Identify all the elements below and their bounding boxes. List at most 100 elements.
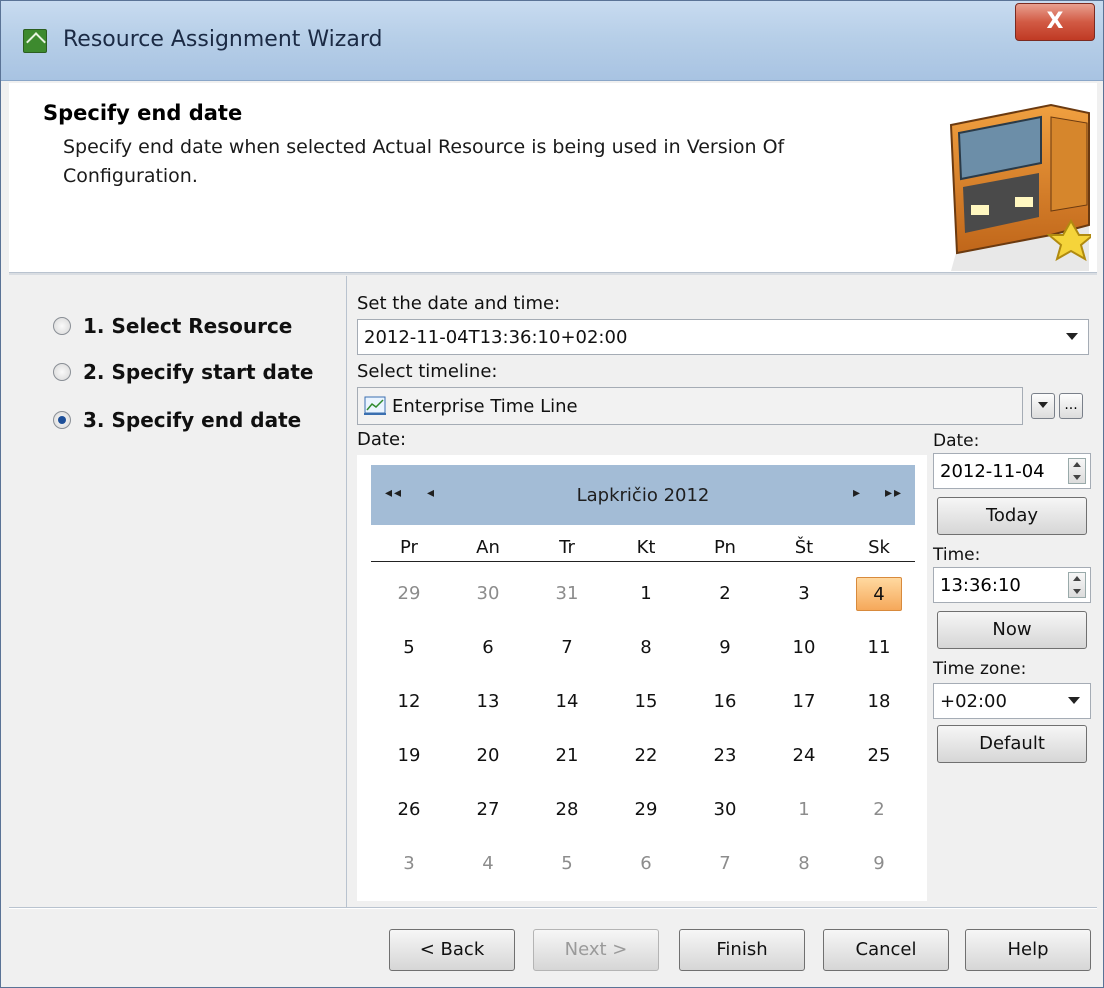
time-spinner-value: 13:36:10	[940, 574, 1021, 596]
calendar-day[interactable]: 30	[702, 793, 748, 827]
calendar-day[interactable]: 12	[386, 685, 432, 719]
calendar-day[interactable]: 1	[623, 577, 669, 611]
timeline-dropdown-button[interactable]	[1031, 393, 1055, 419]
calendar-day[interactable]: 4	[856, 577, 902, 611]
weekday-header: Št	[794, 537, 814, 558]
calendar-day[interactable]: 7	[702, 847, 748, 881]
calendar-day[interactable]: 19	[386, 739, 432, 773]
calendar-day[interactable]: 28	[544, 793, 590, 827]
back-button[interactable]: < Back	[389, 929, 515, 971]
step-3-radio[interactable]	[53, 411, 71, 429]
calendar-header: ◂◂ ◂ Lapkričio 2012 ▸ ▸▸	[371, 465, 915, 525]
finish-button[interactable]: Finish	[679, 929, 805, 971]
page-title: Specify end date	[43, 101, 243, 125]
footer-separator-highlight	[9, 908, 1097, 909]
calendar-day[interactable]: 30	[465, 577, 511, 611]
calendar-day[interactable]: 7	[544, 631, 590, 665]
next-button[interactable]: Next >	[533, 929, 659, 971]
train-illustration	[949, 103, 1091, 271]
timeline-chart-icon	[364, 396, 386, 415]
calendar-day[interactable]: 24	[781, 739, 827, 773]
timeline-more-button[interactable]: ...	[1059, 393, 1083, 419]
calendar-day[interactable]: 1	[781, 793, 827, 827]
calendar-day[interactable]: 15	[623, 685, 669, 719]
step-2-label: 2. Specify start date	[83, 360, 314, 384]
weekday-divider	[371, 561, 915, 562]
calendar-day[interactable]: 3	[781, 577, 827, 611]
calendar-day[interactable]: 27	[465, 793, 511, 827]
calendar-day[interactable]: 2	[702, 577, 748, 611]
wizard-window: Resource Assignment Wizard X Specify end…	[0, 0, 1104, 988]
header-separator	[9, 273, 1097, 275]
timeline-label: Select timeline:	[357, 361, 498, 382]
page-description: Specify end date when selected Actual Re…	[63, 136, 785, 187]
datetime-combo[interactable]: 2012-11-04T13:36:10+02:00	[357, 319, 1089, 355]
weekday-header: Kt	[636, 537, 656, 558]
calendar-day[interactable]: 4	[465, 847, 511, 881]
calendar-day[interactable]: 3	[386, 847, 432, 881]
calendar-day[interactable]: 22	[623, 739, 669, 773]
title-bar: Resource Assignment Wizard X	[1, 1, 1103, 81]
time-zone-label: Time zone:	[933, 659, 1027, 679]
weekday-header: Sk	[868, 537, 890, 558]
step-select-resource[interactable]: 1. Select Resource	[53, 311, 292, 341]
cancel-button[interactable]: Cancel	[823, 929, 949, 971]
app-icon	[23, 29, 47, 53]
calendar-day[interactable]: 23	[702, 739, 748, 773]
calendar-day[interactable]: 11	[856, 631, 902, 665]
calendar-day[interactable]: 9	[856, 847, 902, 881]
today-button[interactable]: Today	[937, 497, 1087, 535]
calendar-day[interactable]: 20	[465, 739, 511, 773]
chevron-down-icon[interactable]	[1066, 333, 1078, 340]
calendar-date-label: Date:	[357, 429, 407, 450]
calendar-day[interactable]: 5	[386, 631, 432, 665]
window-title: Resource Assignment Wizard	[63, 27, 383, 52]
calendar-day[interactable]: 21	[544, 739, 590, 773]
next-month-button[interactable]: ▸	[853, 485, 862, 501]
weekday-header: Pn	[714, 537, 736, 558]
calendar-day[interactable]: 14	[544, 685, 590, 719]
spinner-arrows-icon[interactable]	[1068, 572, 1086, 598]
calendar-day[interactable]: 25	[856, 739, 902, 773]
chevron-down-icon[interactable]	[1068, 697, 1080, 704]
calendar-day[interactable]: 8	[781, 847, 827, 881]
time-zone-combo[interactable]: +02:00	[933, 683, 1091, 719]
step-3-label: 3. Specify end date	[83, 408, 302, 432]
calendar-day[interactable]: 26	[386, 793, 432, 827]
help-button[interactable]: Help	[965, 929, 1091, 971]
calendar-day[interactable]: 9	[702, 631, 748, 665]
calendar-day[interactable]: 17	[781, 685, 827, 719]
step-2-radio[interactable]	[53, 363, 71, 381]
step-specify-end-date[interactable]: 3. Specify end date	[53, 405, 301, 435]
step-specify-start-date[interactable]: 2. Specify start date	[53, 357, 313, 387]
calendar-day[interactable]: 5	[544, 847, 590, 881]
calendar-day[interactable]: 6	[465, 631, 511, 665]
timeline-combo[interactable]: Enterprise Time Line	[357, 387, 1023, 425]
calendar-day[interactable]: 18	[856, 685, 902, 719]
calendar-day[interactable]: 10	[781, 631, 827, 665]
step-1-radio[interactable]	[53, 317, 71, 335]
close-button[interactable]: X	[1015, 3, 1095, 41]
weekday-header: Pr	[400, 537, 418, 558]
date-spinner[interactable]: 2012-11-04	[933, 453, 1091, 489]
calendar-day[interactable]: 8	[623, 631, 669, 665]
step-1-label: 1. Select Resource	[83, 314, 293, 338]
calendar-day[interactable]: 29	[623, 793, 669, 827]
calendar-day[interactable]: 13	[465, 685, 511, 719]
weekday-header: An	[476, 537, 500, 558]
calendar-day[interactable]: 16	[702, 685, 748, 719]
calendar-day[interactable]: 31	[544, 577, 590, 611]
calendar-day[interactable]: 2	[856, 793, 902, 827]
calendar-month-title: Lapkričio 2012	[576, 485, 710, 506]
date-spinner-value: 2012-11-04	[940, 460, 1045, 482]
calendar-day[interactable]: 6	[623, 847, 669, 881]
calendar-day[interactable]: 29	[386, 577, 432, 611]
spinner-arrows-icon[interactable]	[1068, 458, 1086, 484]
calendar: ◂◂ ◂ Lapkričio 2012 ▸ ▸▸ Pr An Tr Kt Pn …	[357, 455, 927, 901]
now-button[interactable]: Now	[937, 611, 1087, 649]
next-year-button[interactable]: ▸▸	[885, 485, 903, 501]
time-spinner[interactable]: 13:36:10	[933, 567, 1091, 603]
default-button[interactable]: Default	[937, 725, 1087, 763]
datetime-label: Set the date and time:	[357, 293, 561, 314]
chevron-down-icon	[1038, 402, 1048, 408]
